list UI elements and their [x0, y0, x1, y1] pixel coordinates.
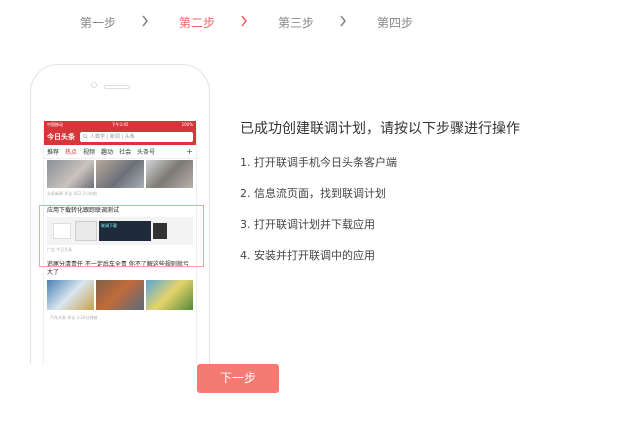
- ad-highlight-box: [39, 205, 204, 267]
- search-icon: [83, 134, 88, 139]
- instructions: 已成功创建联调计划，请按以下步骤进行操作 1. 打开联调手机今日头条客户端 2.…: [240, 118, 610, 278]
- status-time: 下午3:45: [111, 122, 129, 127]
- chevron-right-icon: [141, 15, 151, 29]
- tab-hot: 热点: [65, 149, 78, 156]
- speaker-icon: [104, 85, 130, 89]
- search-input: 人数学 | 新闻 | 头条: [80, 132, 193, 142]
- step-1: 第一步: [80, 16, 117, 30]
- instruction-item: 4. 安装并打开联调中的应用: [240, 249, 375, 262]
- step-4: 第四步: [377, 16, 414, 30]
- news-image-row: [47, 277, 193, 313]
- instructions-list: 1. 打开联调手机今日头条客户端 2. 信息流页面，找到联调计划 3. 打开联调…: [240, 154, 610, 278]
- news-image: [145, 280, 193, 310]
- step-2: 第二步: [179, 16, 216, 30]
- plus-icon: +: [186, 147, 193, 156]
- tab-recommend: 推荐: [47, 149, 60, 156]
- status-battery: 100%: [181, 122, 193, 127]
- news-image: [96, 160, 144, 188]
- news-meta: 汽车头条 评论 3 20分钟前: [50, 315, 98, 320]
- status-bar: 中国移动 下午3:45 100%: [44, 121, 196, 129]
- chevron-right-icon: [240, 15, 250, 29]
- step-3: 第三步: [278, 16, 315, 30]
- stepper: 第一步 第二步 第三步 第四步: [0, 14, 623, 34]
- instruction-item: 2. 信息流页面，找到联调计划: [240, 187, 386, 200]
- news-meta: 头条新闻 评论 423 2小时前: [47, 191, 97, 196]
- news-image: [145, 160, 193, 188]
- app-logo: 今日头条: [47, 133, 75, 141]
- app-header: 今日头条 人数学 | 新闻 | 头条: [44, 129, 196, 145]
- search-placeholder: 人数学 | 新闻 | 头条: [90, 134, 135, 140]
- tab-society: 社会: [119, 149, 132, 156]
- chevron-right-icon: [339, 15, 349, 29]
- news-image: [96, 280, 144, 310]
- news-image: [47, 160, 95, 188]
- news-image-row: [44, 159, 196, 189]
- instruction-item: 3. 打开联调计划并下载应用: [240, 218, 375, 231]
- camera-icon: [91, 82, 97, 88]
- channel-tabs: 推荐 热点 视频 趣动 社会 头条号 +: [44, 145, 196, 159]
- tab-video: 视频: [83, 149, 96, 156]
- news-image: [47, 280, 95, 310]
- instructions-heading: 已成功创建联调计划，请按以下步骤进行操作: [240, 121, 520, 137]
- instruction-item: 1. 打开联调手机今日头条客户端: [240, 156, 397, 169]
- tab-toutiaohao: 头条号: [137, 149, 156, 156]
- next-step-button[interactable]: 下一步: [197, 364, 279, 393]
- tab-fun: 趣动: [101, 149, 114, 156]
